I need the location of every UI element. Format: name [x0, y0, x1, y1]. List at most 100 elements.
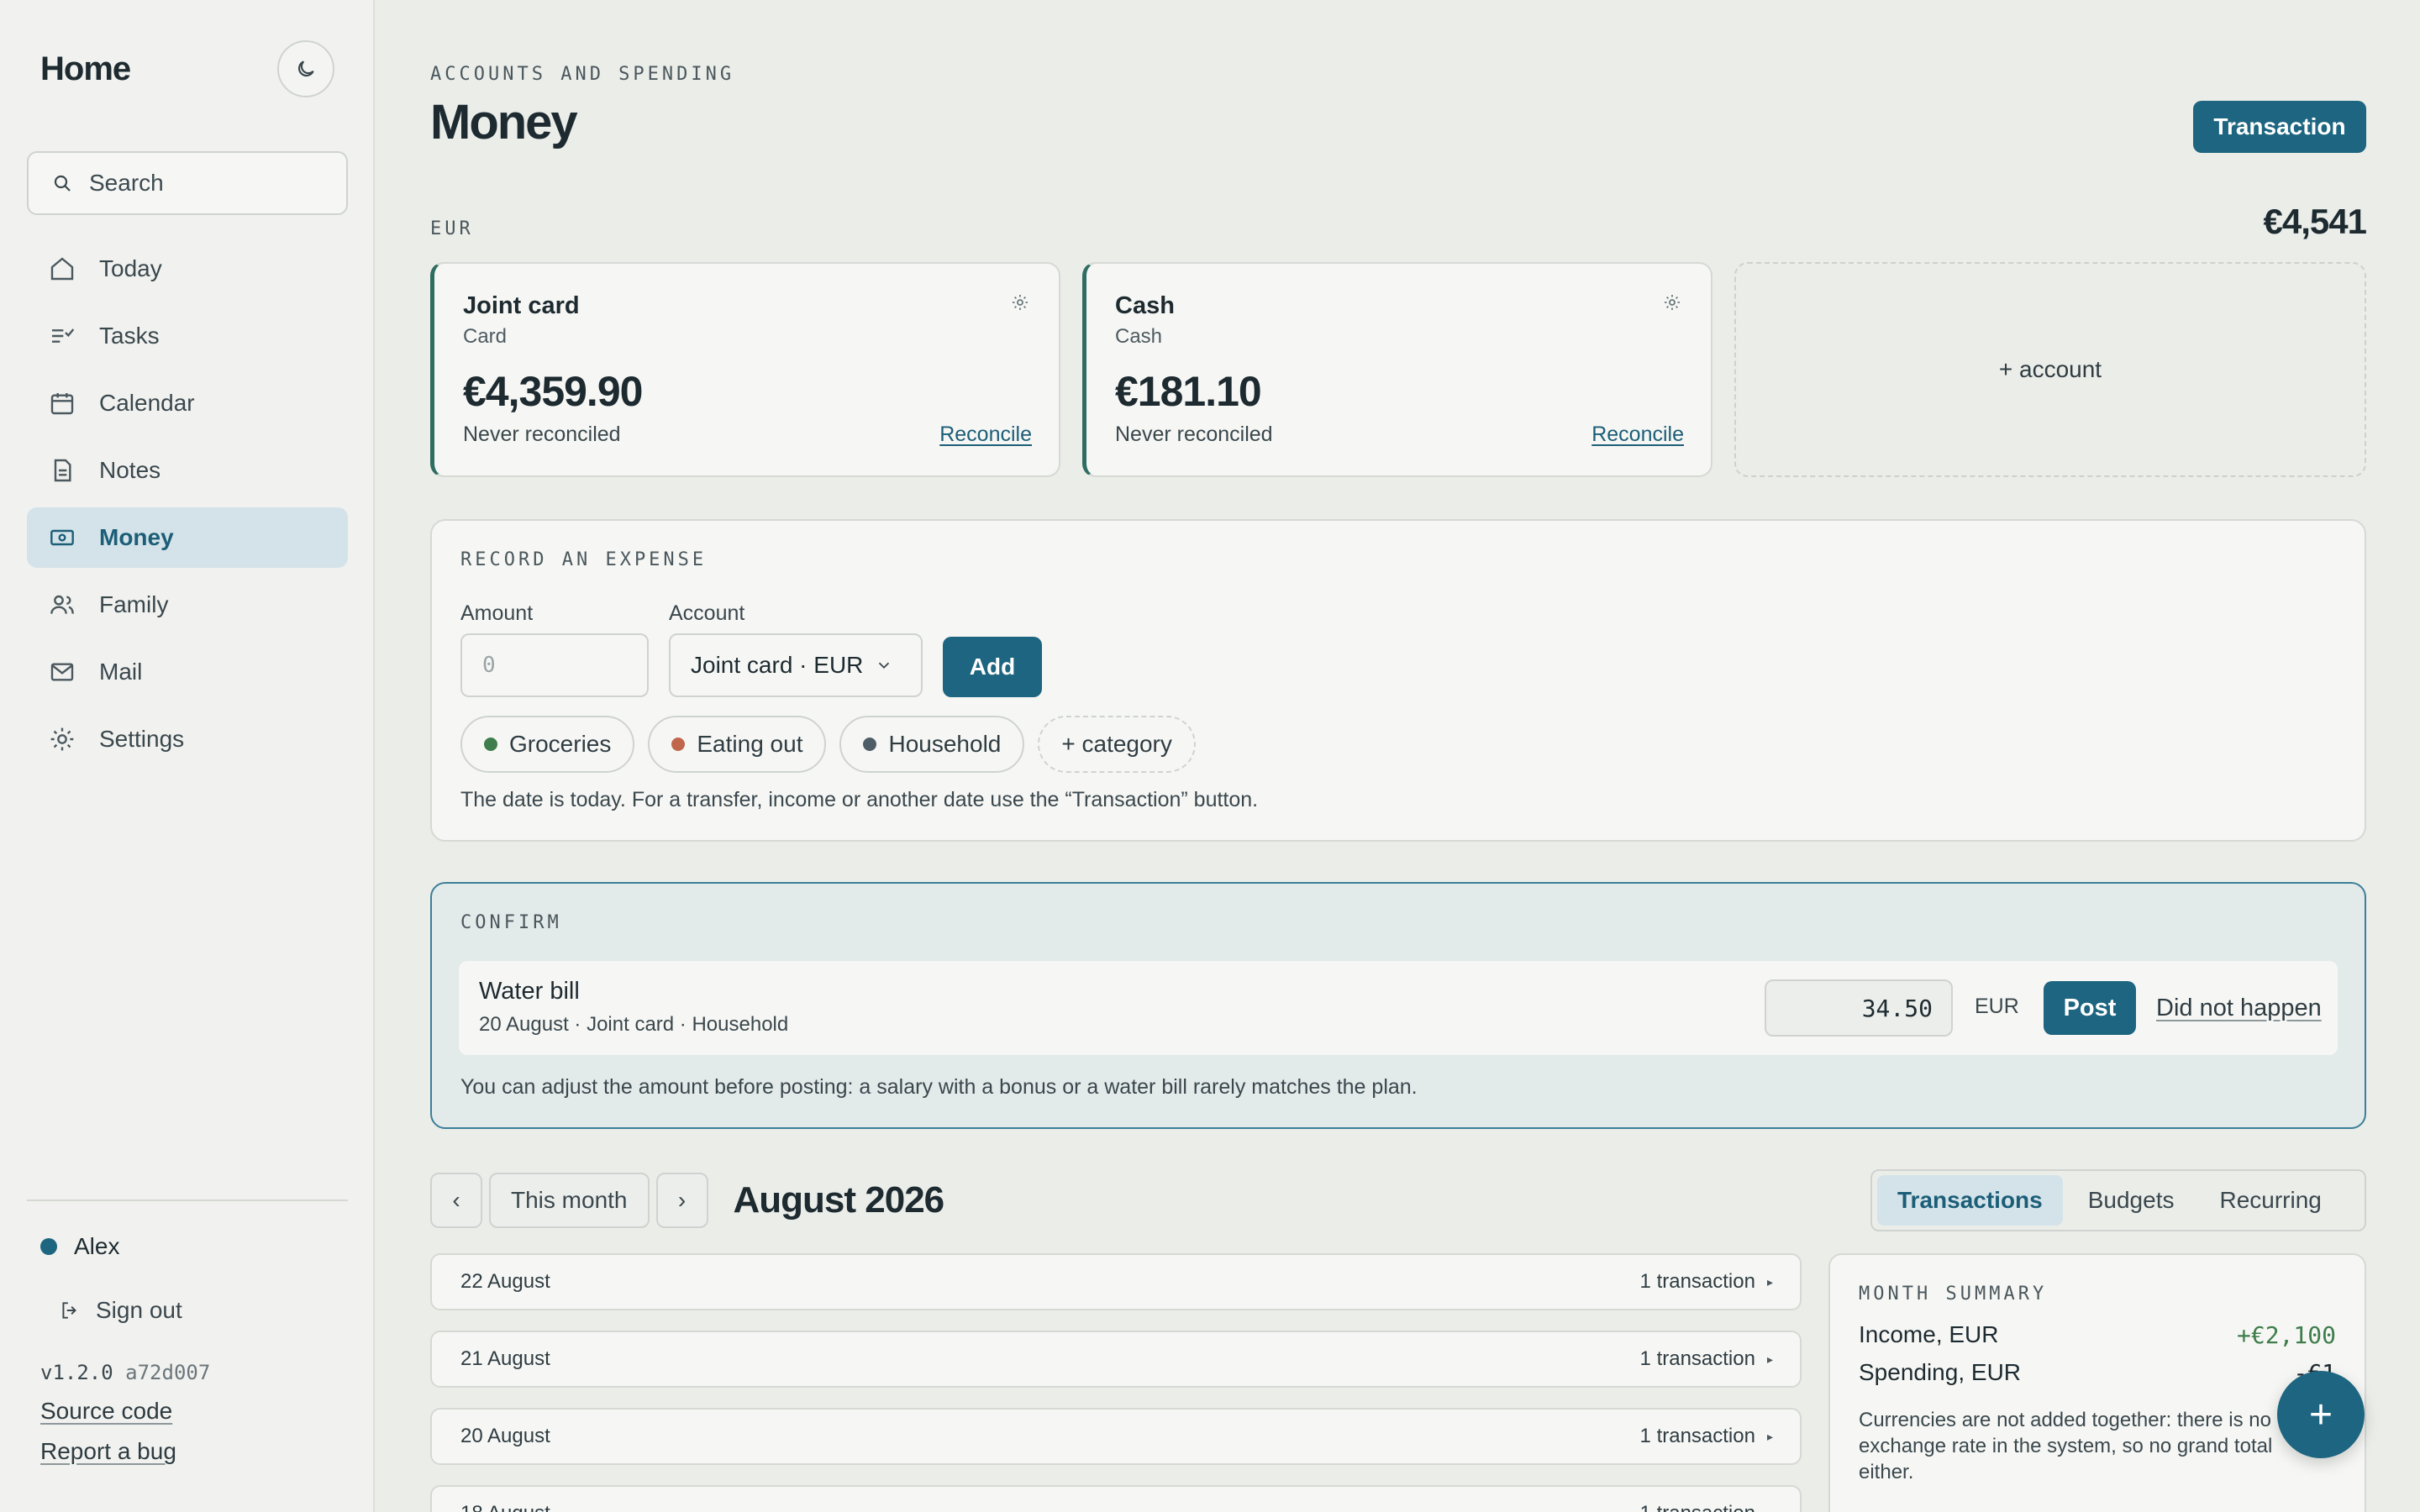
chevron-down-icon	[875, 656, 893, 675]
did-not-happen-link[interactable]: Did not happen	[2156, 995, 2322, 1022]
summary-title: MONTH SUMMARY	[1859, 1284, 2048, 1305]
day-group-row[interactable]: 22 August 1 transaction ▸	[430, 1253, 1802, 1310]
caret-right-icon: ▸	[1766, 1352, 1773, 1366]
next-month-button[interactable]: ›	[655, 1173, 708, 1228]
chip-label: Household	[888, 731, 1002, 757]
account-type: Cash	[1115, 325, 1163, 348]
nav-item-family[interactable]: Family	[27, 575, 348, 635]
chip-label: Groceries	[509, 731, 612, 757]
nav-item-today[interactable]: Today	[27, 239, 348, 299]
caret-right-icon: ▸	[1766, 1429, 1773, 1443]
account-label: Account	[669, 601, 745, 625]
panel-title: RECORD AN EXPENSE	[460, 549, 708, 570]
pending-details: 20 August · Joint card · Household	[479, 1013, 789, 1036]
category-color-dot	[863, 738, 877, 751]
search-input[interactable]: Search	[27, 151, 348, 215]
spending-label: Spending, EUR	[1859, 1359, 2022, 1385]
reconcile-link[interactable]: Reconcile	[939, 423, 1032, 447]
day-group-row[interactable]: 21 August 1 transaction ▸	[430, 1331, 1802, 1388]
category-chip-eating-out[interactable]: Eating out	[648, 716, 827, 773]
add-category-button[interactable]: + category	[1038, 716, 1196, 773]
tab-recurring[interactable]: Recurring	[2199, 1175, 2341, 1226]
page-title: Money	[430, 95, 578, 150]
nav-item-settings[interactable]: Settings	[27, 709, 348, 769]
day-group-row[interactable]: 18 August 1 transaction ▸	[430, 1485, 1802, 1512]
this-month-button[interactable]: This month	[489, 1173, 650, 1228]
mail-icon	[49, 659, 76, 685]
day-count: 1 transaction	[1640, 1502, 1755, 1512]
user-status-dot	[40, 1238, 57, 1255]
day-group-row[interactable]: 20 August 1 transaction ▸	[430, 1408, 1802, 1465]
account-select[interactable]: Joint card · EUR	[669, 633, 923, 697]
sign-out-button[interactable]: Sign out	[59, 1297, 182, 1324]
chip-label: Eating out	[697, 731, 803, 757]
tab-budgets[interactable]: Budgets	[2068, 1175, 2195, 1226]
reconcile-link[interactable]: Reconcile	[1591, 423, 1684, 447]
prev-month-button[interactable]: ‹	[430, 1173, 482, 1228]
category-chip-groceries[interactable]: Groceries	[460, 716, 635, 773]
record-expense-panel: RECORD AN EXPENSE Amount Account 0 Joint…	[430, 519, 2366, 842]
expense-hint: The date is today. For a transfer, incom…	[460, 788, 1259, 811]
reconcile-status: Never reconciled	[463, 423, 621, 446]
nav-item-mail[interactable]: Mail	[27, 642, 348, 702]
nav-label: Settings	[99, 726, 185, 752]
nav-item-money[interactable]: Money	[27, 507, 348, 568]
pending-title: Water bill	[479, 978, 580, 1005]
category-chip-household[interactable]: Household	[839, 716, 1025, 773]
panel-title: CONFIRM	[460, 912, 562, 933]
quick-add-button[interactable]: +	[2277, 1371, 2365, 1458]
caret-right-icon: ▸	[1767, 1507, 1773, 1512]
nav-label: Tasks	[99, 323, 160, 349]
notes-icon	[49, 457, 76, 484]
report-bug-link[interactable]: Report a bug	[40, 1438, 176, 1465]
category-color-dot	[671, 738, 686, 751]
tab-transactions[interactable]: Transactions	[1877, 1175, 2063, 1226]
confirm-hint: You can adjust the amount before posting…	[460, 1075, 1418, 1099]
category-color-dot	[484, 738, 497, 751]
account-name: Cash	[1115, 292, 1175, 319]
commit-hash: a72d007	[125, 1361, 211, 1384]
gear-icon[interactable]	[1010, 292, 1030, 312]
nav-item-notes[interactable]: Notes	[27, 440, 348, 501]
sign-out-icon	[59, 1299, 81, 1321]
account-card[interactable]: Cash Cash €181.10 Never reconciled Recon…	[1082, 262, 1712, 477]
day-count: 1 transaction	[1639, 1425, 1755, 1447]
period-title: August 2026	[733, 1179, 945, 1221]
add-expense-button[interactable]: Add	[943, 637, 1042, 697]
account-type: Card	[463, 325, 508, 348]
account-name: Joint card	[463, 292, 580, 319]
account-card[interactable]: Joint card Card €4,359.90 Never reconcil…	[430, 262, 1060, 477]
currency-total: €4,541	[2263, 202, 2367, 241]
main-nav: Today Tasks Calendar Notes Money Family …	[27, 239, 348, 776]
reconcile-status: Never reconciled	[1115, 423, 1273, 446]
source-code-link[interactable]: Source code	[40, 1398, 172, 1425]
nav-label: Mail	[99, 659, 143, 685]
page-eyebrow: ACCOUNTS AND SPENDING	[430, 64, 735, 85]
gear-icon[interactable]	[1662, 292, 1682, 312]
version-number: v1.2.0	[40, 1361, 113, 1384]
post-button[interactable]: Post	[2044, 981, 2136, 1035]
day-count: 1 transaction	[1639, 1347, 1755, 1370]
nav-item-tasks[interactable]: Tasks	[27, 306, 348, 366]
amount-input[interactable]: 0	[460, 633, 649, 697]
day-date: 22 August	[460, 1270, 550, 1293]
new-transaction-button[interactable]: Transaction	[2193, 101, 2366, 153]
account-select-value: Joint card · EUR	[691, 652, 864, 678]
add-account-button[interactable]: + account	[1734, 262, 2366, 477]
income-value: +€2,100	[2236, 1321, 2336, 1349]
day-date: 18 August	[460, 1502, 550, 1512]
account-balance: €4,359.90	[463, 368, 643, 415]
sign-out-label: Sign out	[96, 1297, 182, 1323]
sidebar: Home Search Today Tasks Calendar Notes M…	[0, 0, 375, 1512]
app-version: v1.2.0 a72d007	[40, 1361, 210, 1384]
pending-transaction: Water bill 20 August · Joint card · Hous…	[459, 961, 2338, 1055]
category-chips: Groceries Eating out Household + categor…	[460, 716, 1196, 773]
amount-label: Amount	[460, 601, 534, 625]
pending-amount-input[interactable]: 34.50	[1765, 979, 1953, 1037]
calendar-icon	[49, 390, 76, 417]
nav-item-calendar[interactable]: Calendar	[27, 373, 348, 433]
nav-label: Today	[99, 255, 162, 281]
current-user: Alex	[40, 1233, 119, 1260]
app-brand[interactable]: Home	[40, 50, 131, 88]
theme-toggle-button[interactable]	[277, 40, 334, 97]
